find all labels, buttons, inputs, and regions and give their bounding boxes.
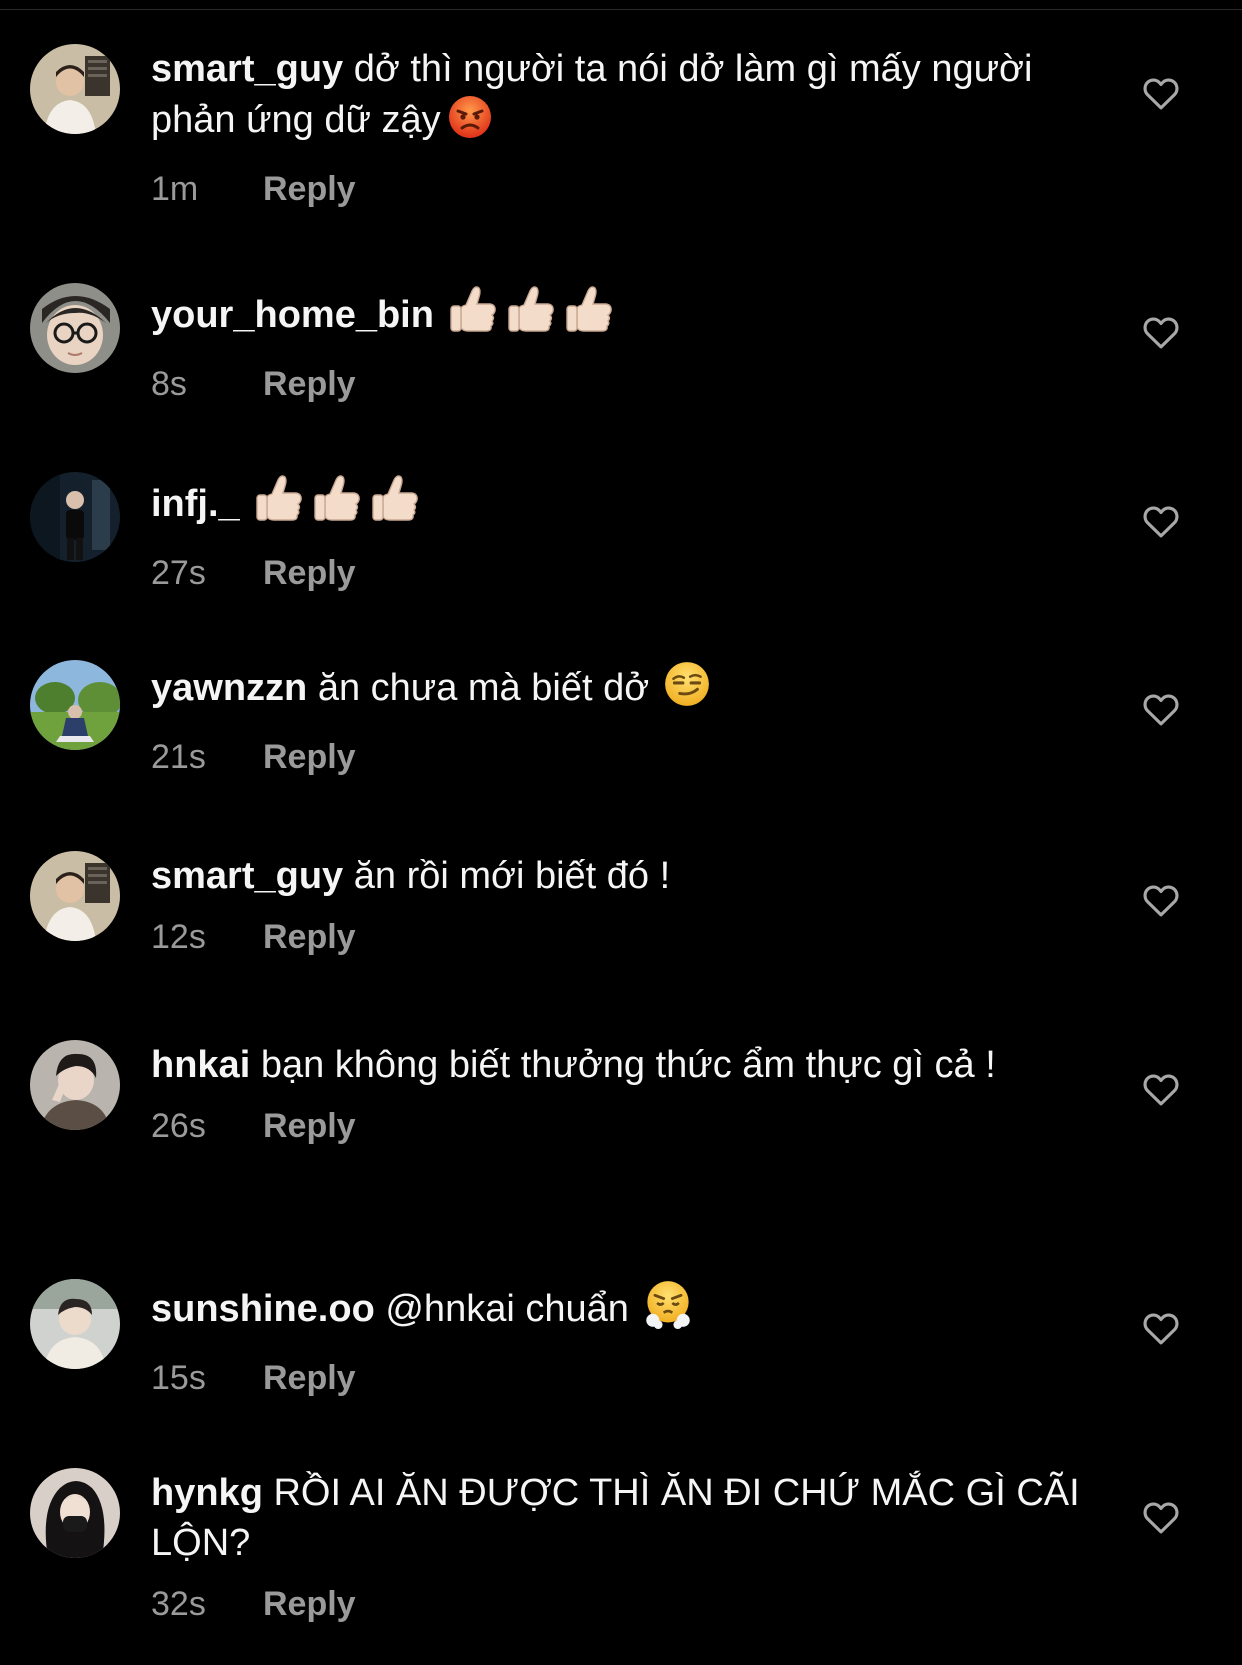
heart-outline-icon — [1143, 317, 1179, 349]
avatar[interactable] — [30, 283, 120, 373]
like-button[interactable] — [1140, 72, 1182, 114]
like-button[interactable] — [1140, 688, 1182, 730]
heart-outline-icon — [1143, 1502, 1179, 1534]
avatar[interactable] — [30, 1468, 120, 1558]
comment-text: @hnkai chuẩn — [385, 1288, 629, 1330]
reply-button[interactable]: Reply — [263, 917, 356, 957]
comment-meta: 32s Reply — [151, 1584, 1081, 1624]
comment-meta: 26s Reply — [151, 1106, 1081, 1146]
reply-button[interactable]: Reply — [263, 169, 356, 209]
comment-text-line: infj._ — [151, 472, 1081, 537]
avatar[interactable] — [30, 472, 120, 562]
heart-outline-icon — [1143, 1074, 1179, 1106]
comment-body: sunshine.oo @hnkai chuẩn 15s Reply — [151, 1279, 1081, 1398]
heart-outline-icon — [1143, 78, 1179, 110]
like-button[interactable] — [1140, 1307, 1182, 1349]
comment-meta: 12s Reply — [151, 917, 1081, 957]
comment-username[interactable]: smart_guy — [151, 48, 343, 90]
comment-username[interactable]: yawnzzn — [151, 667, 307, 709]
top-divider — [0, 0, 1242, 10]
comment-timestamp: 8s — [151, 365, 187, 403]
like-button[interactable] — [1140, 311, 1182, 353]
heart-outline-icon — [1143, 506, 1179, 538]
like-button[interactable] — [1140, 1496, 1182, 1538]
comment-body: your_home_bin 8s Reply — [151, 283, 1081, 404]
smirking-face-icon — [663, 660, 711, 721]
comment-text-line: hnkai bạn không biết thưởng thức ẩm thực… — [151, 1040, 1081, 1090]
thumbs-up-icon — [254, 472, 424, 537]
comment-text: ăn chưa mà biết dở — [317, 667, 650, 709]
comment-text: ăn rồi mới biết đó ! — [353, 855, 671, 897]
comment-body: hnkai bạn không biết thưởng thức ẩm thực… — [151, 1040, 1081, 1146]
comment-meta: 15s Reply — [151, 1358, 1081, 1398]
comment-username[interactable]: sunshine.oo — [151, 1288, 375, 1330]
comment-body: infj._ 27s Reply — [151, 472, 1081, 593]
heart-outline-icon — [1143, 1313, 1179, 1345]
comment-timestamp: 1m — [151, 170, 199, 208]
comment-text-line: smart_guy ăn rồi mới biết đó ! — [151, 851, 1081, 901]
face-with-steam-icon — [643, 1279, 693, 1342]
avatar[interactable] — [30, 660, 120, 750]
heart-outline-icon — [1143, 885, 1179, 917]
comment-text: RỒI AI ĂN ĐƯỢC THÌ ĂN ĐI CHỨ MẮC GÌ CÃI … — [151, 1472, 1080, 1564]
comment-body: yawnzzn ăn chưa mà biết dở 21s Reply — [151, 660, 1081, 777]
comment-meta: 21s Reply — [151, 737, 1081, 777]
reply-button[interactable]: Reply — [263, 364, 356, 404]
reply-button[interactable]: Reply — [263, 737, 356, 777]
comment-body: hynkg RỒI AI ĂN ĐƯỢC THÌ ĂN ĐI CHỨ MẮC G… — [151, 1468, 1081, 1624]
comment-timestamp: 15s — [151, 1359, 206, 1397]
thumbs-up-icon — [448, 283, 618, 348]
avatar[interactable] — [30, 1040, 120, 1130]
comment-meta: 27s Reply — [151, 553, 1081, 593]
comment-timestamp: 26s — [151, 1107, 206, 1145]
comment-text-line: sunshine.oo @hnkai chuẩn — [151, 1279, 1081, 1342]
like-button[interactable] — [1140, 1068, 1182, 1110]
reply-button[interactable]: Reply — [263, 1584, 356, 1624]
comment-body: smart_guy dở thì người ta nói dở làm gì … — [151, 44, 1081, 209]
angry-face-icon — [447, 94, 493, 153]
comment-body: smart_guy ăn rồi mới biết đó ! 12s Reply — [151, 851, 1081, 957]
like-button[interactable] — [1140, 500, 1182, 542]
comment-username[interactable]: infj._ — [151, 483, 240, 525]
comment-timestamp: 27s — [151, 554, 206, 592]
reply-button[interactable]: Reply — [263, 1106, 356, 1146]
comment-text-line: yawnzzn ăn chưa mà biết dở — [151, 660, 1081, 721]
comment-text-line: your_home_bin — [151, 283, 1081, 348]
comment-text-line: hynkg RỒI AI ĂN ĐƯỢC THÌ ĂN ĐI CHỨ MẮC G… — [151, 1468, 1081, 1568]
comment-timestamp: 32s — [151, 1585, 206, 1623]
heart-outline-icon — [1143, 694, 1179, 726]
avatar[interactable] — [30, 851, 120, 941]
comment-username[interactable]: hynkg — [151, 1472, 263, 1514]
like-button[interactable] — [1140, 879, 1182, 921]
comment-text-line: smart_guy dở thì người ta nói dở làm gì … — [151, 44, 1081, 153]
reply-button[interactable]: Reply — [263, 553, 356, 593]
comment-username[interactable]: smart_guy — [151, 855, 343, 897]
comment-username[interactable]: your_home_bin — [151, 294, 434, 336]
comment-timestamp: 21s — [151, 738, 206, 776]
comment-text: bạn không biết thưởng thức ẩm thực gì cả… — [260, 1044, 996, 1086]
avatar[interactable] — [30, 44, 120, 134]
comment-meta: 1m Reply — [151, 169, 1081, 209]
avatar[interactable] — [30, 1279, 120, 1369]
reply-button[interactable]: Reply — [263, 1358, 356, 1398]
comment-meta: 8s Reply — [151, 364, 1081, 404]
comment-timestamp: 12s — [151, 918, 206, 956]
comment-username[interactable]: hnkai — [151, 1044, 250, 1086]
